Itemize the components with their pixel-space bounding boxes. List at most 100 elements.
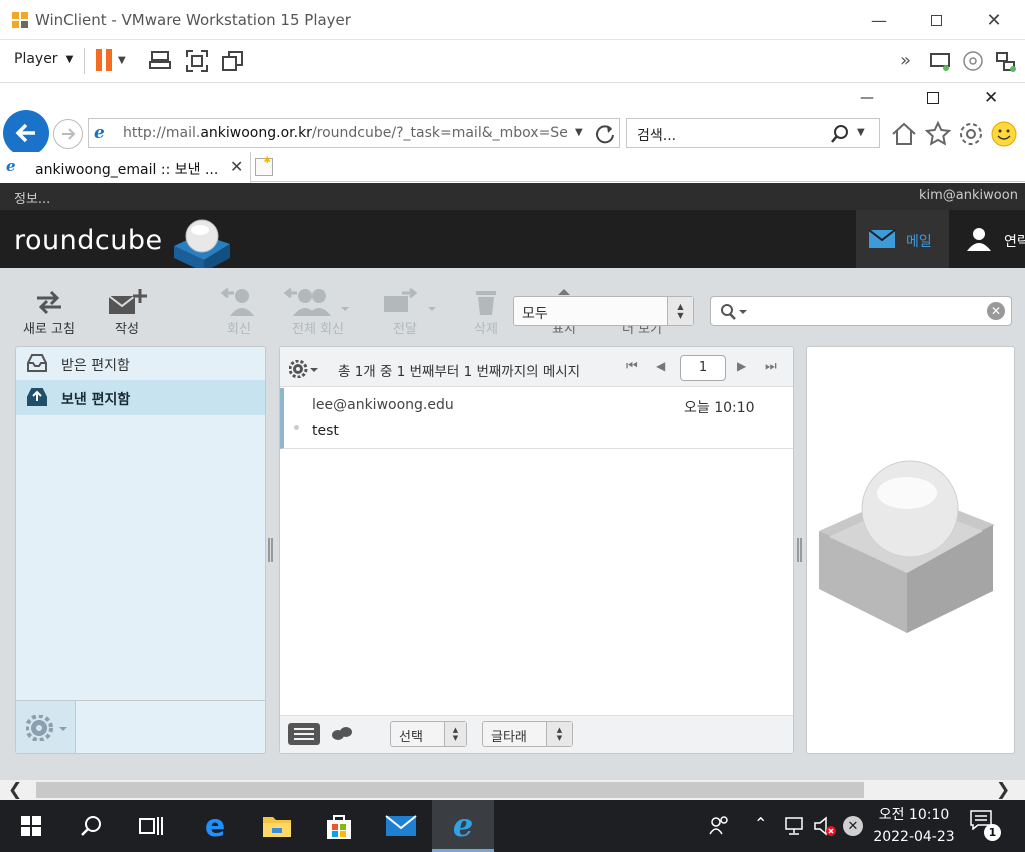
network-icon[interactable] [782,816,806,836]
refresh-icon[interactable] [594,123,616,145]
taskbar-store-button[interactable] [308,800,370,852]
url-rest: /roundcube/?_task=mail&_mbox=Sen [311,125,567,141]
about-link[interactable]: 정보... [14,188,50,207]
arrow-left-icon [15,123,35,143]
close-button[interactable]: ✕ [971,0,1017,40]
scrollbar-thumb[interactable] [36,782,864,798]
scroll-right-icon[interactable]: ❯ [996,780,1010,800]
minimize-button[interactable]: — [856,0,902,40]
unity-icon[interactable] [221,49,245,73]
page-number-input[interactable]: 1 [680,355,726,381]
people-icon[interactable] [708,814,730,836]
url-domain: ankiwoong.or.kr [200,125,312,141]
favorites-star-icon[interactable] [924,120,952,148]
pause-button[interactable]: ▼ [96,49,126,71]
refresh-arrows-icon [37,290,61,315]
taskbar-edge-button[interactable]: e [184,800,246,852]
new-tab-icon: ✱ [263,156,271,166]
trash-icon [476,291,496,315]
next-page-icon[interactable]: ▶ [737,359,746,373]
message-subject: test [312,423,339,439]
taskbar-ie-button[interactable]: e [432,800,494,852]
taskbar-search-button[interactable] [60,800,122,852]
prev-page-icon[interactable]: ◀ [656,359,665,373]
gear-icon [26,715,67,741]
taskbar-explorer-button[interactable] [246,800,308,852]
filter-value: 모두 [522,306,548,322]
threads-label: 글타래 [491,730,527,745]
first-page-icon[interactable]: ⏮ [626,359,638,374]
task-view-icon [139,817,163,835]
list-view-icon[interactable] [288,723,320,745]
settings-gear-icon[interactable] [957,120,985,148]
updown-arrows-icon: ▲ ▼ [546,722,572,746]
action-center-button[interactable]: 1 [970,810,1001,841]
ie-close-button[interactable]: ✕ [984,88,998,108]
task-view-button[interactable] [120,800,182,852]
last-page-icon[interactable]: ⏭ [765,359,777,374]
compose-label: 작성 [115,322,139,337]
delete-label: 삭제 [474,322,498,337]
mail-search-input[interactable]: ✕ [710,296,1012,326]
full-screen-icon[interactable] [185,49,209,73]
tab-close-icon[interactable]: ✕ [230,157,243,176]
error-status-icon[interactable]: ✕ [843,816,863,836]
folder-sent[interactable]: 보낸 편지함 [16,380,265,415]
search-options-icon[interactable] [719,303,749,321]
search-reset-icon[interactable]: ✕ [987,302,1005,320]
user-email: kim@ankiwoon [919,188,1018,203]
ie-search-box[interactable]: 검색... ▼ [626,118,880,148]
taskbar-mail-button[interactable] [370,800,432,852]
folder-settings-button[interactable] [16,701,76,753]
player-menu[interactable]: Player ▼ [14,51,73,67]
list-options-gear-icon[interactable] [289,360,321,378]
cd-drive-icon[interactable] [962,50,984,72]
vmware-toolbar: Player ▼ ▼ » [0,40,1025,83]
more-devices-icon[interactable]: » [900,50,911,71]
speaker-muted-icon[interactable] [813,815,837,837]
chevron-down-icon[interactable]: ▼ [857,127,865,138]
search-icon[interactable] [830,124,850,144]
start-button[interactable] [0,800,62,852]
window-title: WinClient - VMware Workstation 15 Player [35,11,351,29]
folder-splitter[interactable] [268,538,273,562]
tab-title: ankiwoong_email :: 보낸 ... [35,162,219,178]
maximize-button[interactable] [913,0,959,40]
address-bar[interactable]: e http://mail.ankiwoong.or.kr/roundcube/… [88,118,620,148]
horizontal-scrollbar[interactable]: ❮ ❯ [0,780,1025,800]
compose-button[interactable]: 작성 [92,286,162,337]
reply-button[interactable]: 회신 [204,286,274,337]
folder-inbox[interactable]: 받은 편지함 [16,347,265,380]
threads-dropdown[interactable]: 글타래 ▲ ▼ [482,721,573,747]
back-button[interactable] [3,110,49,156]
scroll-left-icon[interactable]: ❮ [8,780,22,800]
home-icon[interactable] [890,120,918,148]
search-icon [81,816,101,836]
new-tab-button[interactable]: ✱ [255,156,273,176]
feedback-smiley-icon[interactable] [990,120,1018,148]
forward-button[interactable]: 전달 [370,286,440,337]
chevron-down-icon[interactable]: ▼ [575,127,583,138]
ie-minimize-button[interactable]: — [860,90,874,106]
hard-disk-icon[interactable] [928,50,952,72]
delete-button[interactable]: 삭제 [451,286,521,337]
internet-explorer-icon: e [452,805,474,844]
reply-all-button[interactable]: 전체 회신 [278,286,358,337]
tab-roundcube[interactable]: e ankiwoong_email :: 보낸 ... ✕ [0,152,251,183]
send-ctrl-alt-del-icon[interactable] [148,49,172,73]
nav-mail[interactable]: 메일 [856,210,949,268]
filter-select[interactable]: 모두 ▲ ▼ [513,296,694,326]
preview-splitter[interactable] [797,538,802,562]
ie-page-icon: e [6,157,16,175]
clock[interactable]: 오전 10:10 2022-04-23 [870,804,958,848]
rc-top-bar: 정보... kim@ankiwoon [0,183,1025,210]
nav-contacts[interactable]: 연락 [949,210,1025,268]
ie-restore-button[interactable] [927,92,939,104]
threads-icon[interactable] [330,725,354,743]
select-dropdown[interactable]: 선택 ▲ ▼ [390,721,467,747]
chevron-up-icon[interactable]: ⌃ [754,814,767,833]
message-row[interactable]: lee@ankiwoong.edu 오늘 10:10 test [280,388,793,449]
forward-button[interactable] [53,119,83,149]
refresh-button[interactable]: 새로 고침 [14,286,84,337]
network-adapter-icon[interactable] [994,50,1018,74]
